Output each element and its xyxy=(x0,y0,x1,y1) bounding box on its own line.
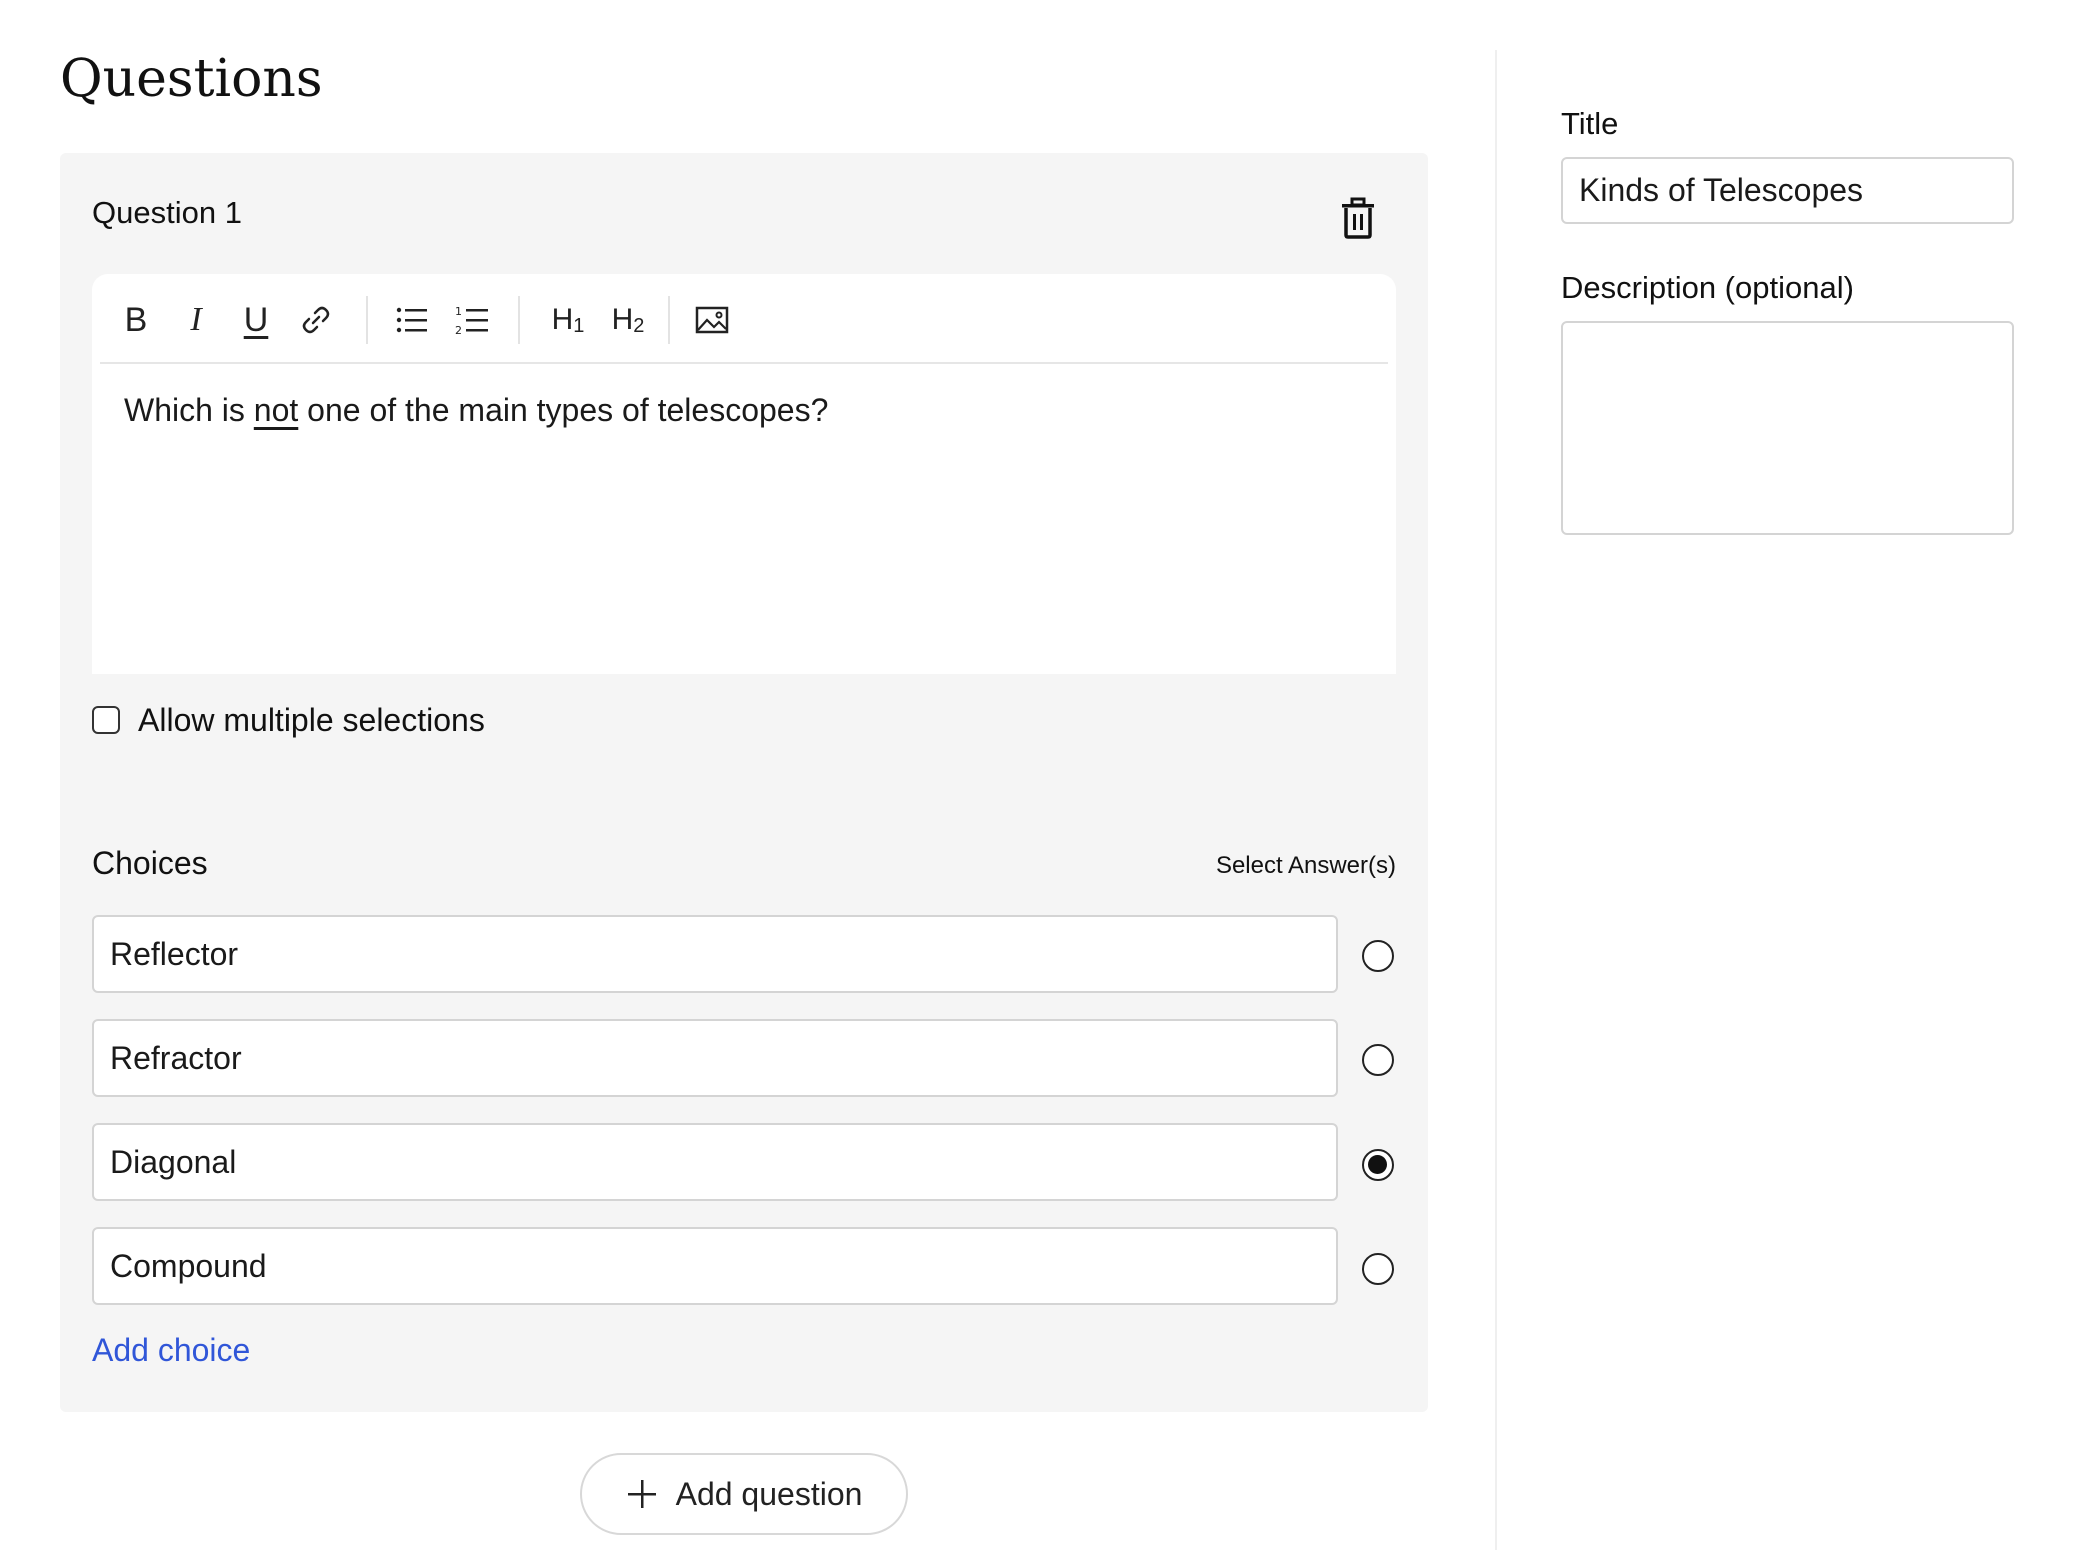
heading2-subscript: 2 xyxy=(633,314,645,337)
plus-icon xyxy=(627,1480,656,1508)
trash-icon xyxy=(1342,197,1374,239)
numbered-list-icon: 1 2 xyxy=(455,305,488,336)
choice-answer-radio[interactable] xyxy=(1362,1044,1394,1076)
allow-multiple-checkbox[interactable] xyxy=(92,706,120,734)
bullet-list-icon xyxy=(396,307,427,333)
choice-input[interactable]: Diagonal xyxy=(92,1123,1338,1201)
link-button[interactable] xyxy=(292,298,340,342)
question-text-underlined: not xyxy=(253,392,299,428)
choice-answer-radio[interactable] xyxy=(1362,940,1394,972)
choice-answer-radio[interactable] xyxy=(1362,1253,1394,1285)
choice-input[interactable]: Reflector xyxy=(92,915,1338,993)
add-question-button[interactable]: Add question xyxy=(580,1453,908,1535)
page-title: Questions xyxy=(60,49,323,109)
panel-divider xyxy=(1495,50,1497,1550)
heading2-label: H xyxy=(611,303,634,336)
toolbar-divider xyxy=(668,296,670,344)
allow-multiple-label: Allow multiple selections xyxy=(138,701,485,738)
delete-question-button[interactable] xyxy=(1330,190,1386,246)
select-answers-label: Select Answer(s) xyxy=(1215,852,1396,879)
choice-input[interactable]: Refractor xyxy=(92,1019,1338,1097)
question-text-start: Which is xyxy=(124,392,254,428)
editor-toolbar: B I U 1 2 H 1 H 2 xyxy=(100,274,1388,364)
numbered-list-button[interactable]: 1 2 xyxy=(448,298,496,342)
italic-button[interactable]: I xyxy=(172,298,220,342)
heading2-button[interactable]: H2 xyxy=(600,298,656,342)
choice-answer-radio[interactable] xyxy=(1362,1149,1394,1181)
bold-button[interactable]: B xyxy=(112,298,160,342)
heading1-label: H xyxy=(551,303,574,336)
description-input[interactable] xyxy=(1561,321,2014,535)
question-card: Question 1 B I U 1 2 H 1 H 2 Which is no… xyxy=(60,153,1428,1412)
heading1-subscript: 1 xyxy=(573,314,585,337)
rich-text-editor[interactable]: B I U 1 2 H 1 H 2 Which is not one of th… xyxy=(92,274,1396,674)
toolbar-divider xyxy=(518,296,520,344)
underline-button[interactable]: U xyxy=(232,298,280,342)
description-label: Description (optional) xyxy=(1561,270,1854,305)
choice-input[interactable]: Compound xyxy=(92,1227,1338,1305)
question-text-end: one of the main types of telescopes? xyxy=(298,392,829,428)
toolbar-divider xyxy=(366,296,368,344)
svg-text:2: 2 xyxy=(455,324,462,336)
svg-text:1: 1 xyxy=(455,305,462,318)
image-icon xyxy=(695,306,729,334)
link-icon xyxy=(302,306,330,334)
question-heading: Question 1 xyxy=(92,195,242,230)
choices-title: Choices xyxy=(92,845,208,881)
insert-image-button[interactable] xyxy=(688,298,736,342)
title-input[interactable]: Kinds of Telescopes xyxy=(1561,157,2014,224)
title-label: Title xyxy=(1561,106,1619,141)
heading1-button[interactable]: H1 xyxy=(540,298,596,342)
add-question-label: Add question xyxy=(675,1475,863,1512)
allow-multiple-row[interactable]: Allow multiple selections xyxy=(92,696,485,744)
question-text[interactable]: Which is not one of the main types of te… xyxy=(124,392,828,429)
add-choice-link[interactable]: Add choice xyxy=(92,1332,250,1369)
bullet-list-button[interactable] xyxy=(388,298,436,342)
